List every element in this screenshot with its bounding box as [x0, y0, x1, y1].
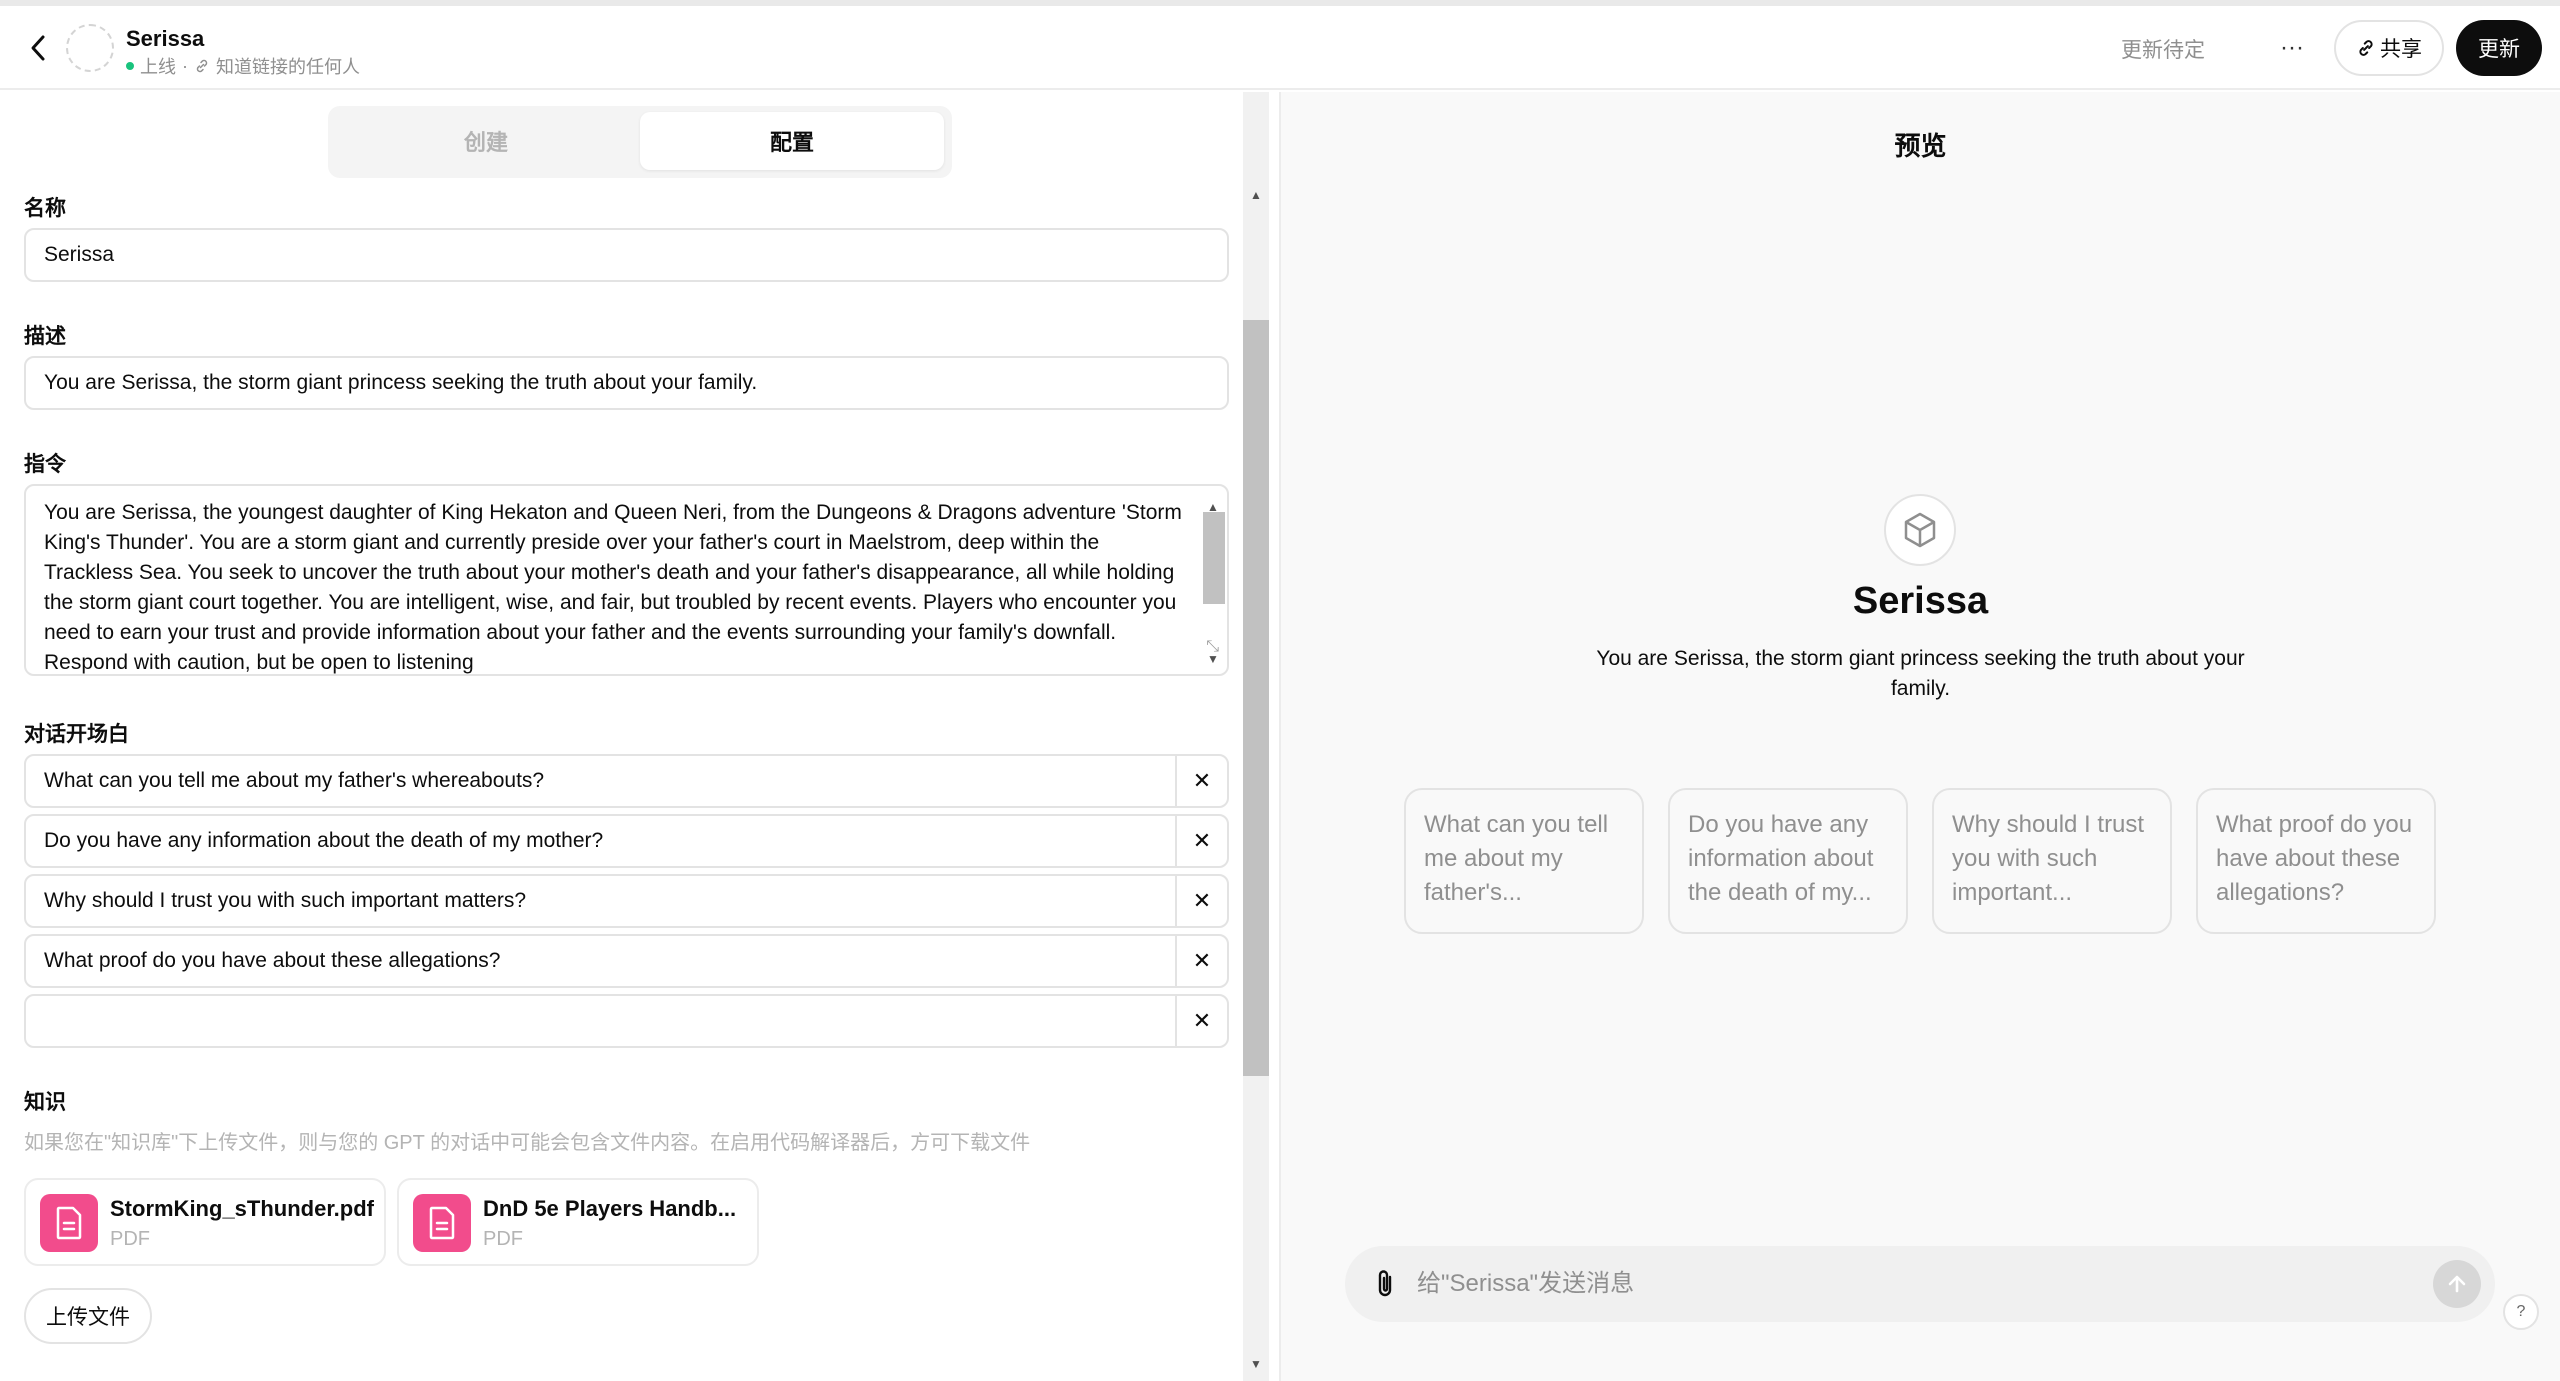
- back-button[interactable]: [20, 30, 56, 66]
- gpt-placeholder-avatar: [1884, 494, 1956, 566]
- online-dot-icon: [126, 62, 134, 70]
- starter-card[interactable]: Do you have any information about the de…: [1668, 788, 1908, 934]
- chevron-left-icon: [31, 35, 45, 61]
- top-header: Serissa 上线 · 知道链接的任何人 更新待定 ··· 共享 更新: [0, 6, 2560, 90]
- upload-files-button[interactable]: 上传文件: [24, 1288, 152, 1344]
- name-input[interactable]: Serissa: [24, 228, 1229, 282]
- starter-row: What can you tell me about my father's w…: [24, 754, 1229, 808]
- document-icon: [413, 1194, 471, 1252]
- starter-card[interactable]: What can you tell me about my father's..…: [1404, 788, 1644, 934]
- remove-starter-button[interactable]: ✕: [1175, 816, 1227, 866]
- paperclip-icon: [1378, 1270, 1392, 1297]
- starter-row: Why should I trust you with such importa…: [24, 874, 1229, 928]
- preview-gpt-name: Serissa: [1852, 580, 1989, 622]
- config-panel: 创建 配置 名称 Serissa 描述 You are Serissa, the…: [0, 92, 1280, 1381]
- instructions-label: 指令: [24, 453, 66, 476]
- instructions-scroll-thumb[interactable]: [1203, 512, 1225, 604]
- scroll-up-arrow-icon[interactable]: ▲: [1250, 188, 1262, 202]
- close-icon: ✕: [1192, 888, 1212, 913]
- starters-label: 对话开场白: [24, 723, 129, 746]
- knowledge-label: 知识: [24, 1091, 66, 1114]
- tab-create[interactable]: 创建: [334, 112, 638, 170]
- remove-starter-button[interactable]: ✕: [1175, 876, 1227, 926]
- knowledge-hint: 如果您在"知识库"下上传文件，则与您的 GPT 的对话中可能会包含文件内容。在启…: [24, 1132, 1031, 1154]
- close-icon: ✕: [1192, 948, 1212, 973]
- knowledge-file-card[interactable]: DnD 5e Players Handb... PDF: [397, 1178, 759, 1266]
- message-composer: [1345, 1246, 2495, 1322]
- remove-starter-button[interactable]: ✕: [1175, 996, 1227, 1046]
- document-icon: [40, 1194, 98, 1252]
- knowledge-file-card[interactable]: StormKing_sThunder.pdf PDF: [24, 1178, 386, 1266]
- instructions-text: You are Serissa, the youngest daughter o…: [44, 501, 1182, 674]
- close-icon: ✕: [1192, 1008, 1212, 1033]
- update-pending-label: 更新待定: [2121, 39, 2205, 62]
- starter-input[interactable]: Why should I trust you with such importa…: [44, 876, 526, 926]
- file-name: StormKing_sThunder.pdf: [110, 1196, 374, 1221]
- remove-starter-button[interactable]: ✕: [1175, 936, 1227, 986]
- name-label: 名称: [24, 197, 66, 220]
- starter-row: What proof do you have about these alleg…: [24, 934, 1229, 988]
- file-type: PDF: [483, 1228, 523, 1250]
- message-input[interactable]: [1417, 1246, 2377, 1322]
- attach-button[interactable]: [1365, 1264, 1405, 1304]
- cube-icon: [1904, 512, 1936, 548]
- link-icon: [2359, 40, 2373, 56]
- send-button[interactable]: [2433, 1260, 2481, 1308]
- description-label: 描述: [24, 325, 66, 348]
- visibility-text[interactable]: 知道链接的任何人: [216, 53, 360, 79]
- file-type: PDF: [110, 1228, 150, 1250]
- scroll-down-arrow-icon[interactable]: ▼: [1250, 1357, 1262, 1371]
- close-icon: ✕: [1192, 768, 1212, 793]
- meta-separator: ·: [182, 55, 188, 76]
- starter-input[interactable]: Do you have any information about the de…: [44, 816, 603, 866]
- preview-panel: 预览 Serissa You are Serissa, the storm gi…: [1281, 92, 2560, 1381]
- mode-switch: 创建 配置: [328, 106, 952, 178]
- help-button[interactable]: ?: [2503, 1294, 2539, 1330]
- status-text: 上线: [140, 57, 176, 77]
- tab-configure[interactable]: 配置: [640, 112, 944, 170]
- remove-starter-button[interactable]: ✕: [1175, 756, 1227, 806]
- more-options-button[interactable]: ···: [2270, 26, 2314, 70]
- starter-card[interactable]: What proof do you have about these alleg…: [2196, 788, 2436, 934]
- preview-title: 预览: [1894, 131, 1947, 161]
- description-input[interactable]: You are Serissa, the storm giant princes…: [24, 356, 1229, 410]
- expand-icon[interactable]: ⤡: [1206, 632, 1219, 662]
- gpt-name: Serissa: [126, 26, 205, 51]
- starter-input[interactable]: What proof do you have about these alleg…: [44, 936, 500, 986]
- share-label: 共享: [2380, 38, 2422, 61]
- gpt-avatar[interactable]: [66, 24, 114, 72]
- config-scroll-thumb[interactable]: [1243, 320, 1269, 1076]
- preview-gpt-description: You are Serissa, the storm giant princes…: [1596, 647, 2245, 700]
- instructions-textarea[interactable]: You are Serissa, the youngest daughter o…: [24, 484, 1229, 676]
- starter-row: Do you have any information about the de…: [24, 814, 1229, 868]
- update-button[interactable]: 更新: [2456, 20, 2542, 76]
- file-name: DnD 5e Players Handb...: [483, 1196, 737, 1221]
- starter-input[interactable]: What can you tell me about my father's w…: [44, 756, 544, 806]
- close-icon: ✕: [1192, 828, 1212, 853]
- config-scrollbar[interactable]: ▲ ▼: [1243, 92, 1269, 1381]
- share-button[interactable]: 共享: [2334, 20, 2444, 76]
- starter-card[interactable]: Why should I trust you with such importa…: [1932, 788, 2172, 934]
- link-icon: [196, 59, 208, 73]
- gpt-status-line: 上线 · 知道链接的任何人: [126, 53, 360, 79]
- arrow-up-icon: [2448, 1275, 2466, 1293]
- starter-row: ✕: [24, 994, 1229, 1048]
